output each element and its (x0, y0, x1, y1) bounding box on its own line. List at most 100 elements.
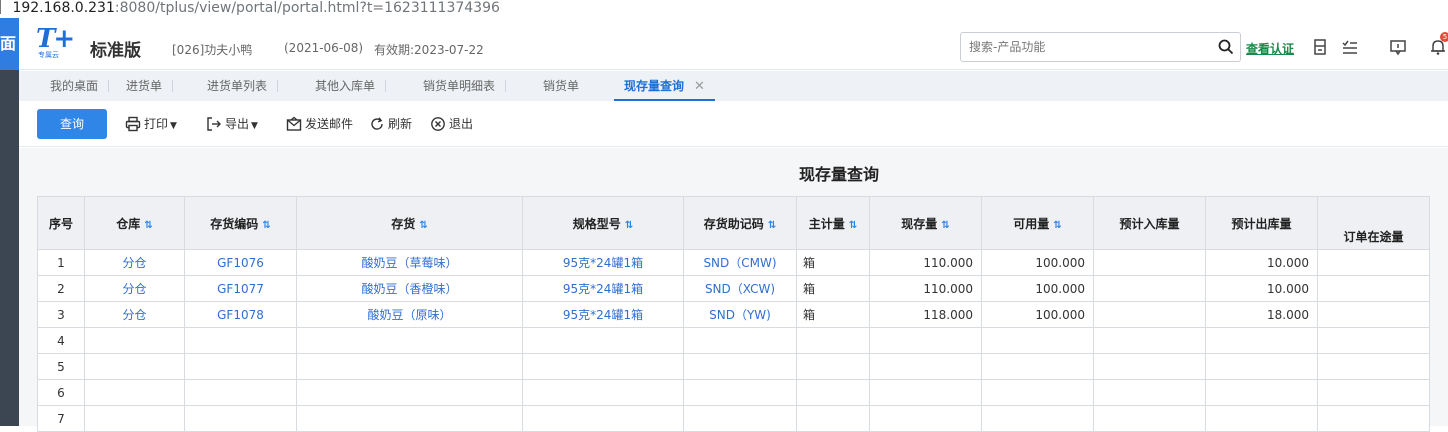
notification-bell[interactable]: 5 (1429, 32, 1448, 58)
table-row[interactable]: 7 (37, 405, 1430, 432)
search-box[interactable] (960, 32, 1241, 62)
cell-spec[interactable]: 95克*24罐1箱 (522, 275, 684, 302)
cell-warehouse[interactable] (84, 405, 185, 432)
cell-item[interactable]: 酸奶豆（香橙味） (296, 275, 523, 302)
mail-icon (286, 116, 302, 131)
cell-code[interactable] (184, 327, 297, 354)
table-row[interactable]: 5 (37, 353, 1430, 380)
logo-subtitle: 专属云 (38, 51, 59, 59)
cell-code[interactable]: GF1077 (184, 275, 297, 302)
cell-item[interactable] (296, 405, 523, 432)
table-header-row: 序号 仓库 ⇅ 存货编码 ⇅ 存货 ⇅ 规格型号 ⇅ 存货助记码 ⇅ 主计量 ⇅ 现存量 ⇅ … (37, 196, 1430, 250)
send-mail-button[interactable]: 发送邮件 (286, 115, 353, 133)
tab-sales-detail-report[interactable]: 销货单明细表 (423, 71, 507, 101)
cell-code[interactable] (184, 353, 297, 380)
cell-spec[interactable]: 95克*24罐1箱 (522, 249, 684, 276)
table-row[interactable]: 1 分仓 GF1076 酸奶豆（草莓味） 95克*24罐1箱 SND（CMW) … (37, 249, 1430, 276)
table-row[interactable]: 4 (37, 327, 1430, 354)
cell-mnemonic[interactable] (683, 405, 797, 432)
cell-warehouse[interactable]: 分仓 (84, 249, 185, 276)
print-button[interactable]: 打印 ▼ (125, 115, 177, 133)
col-header-item[interactable]: 存货 ⇅ (296, 196, 523, 250)
cell-warehouse[interactable] (84, 327, 185, 354)
cell-item[interactable] (296, 379, 523, 406)
cell-spec[interactable] (522, 353, 684, 380)
col-header-expected-in[interactable]: 预计入库量 (1093, 196, 1206, 250)
cell-warehouse[interactable] (84, 353, 185, 380)
cell-spec[interactable]: 95克*24罐1箱 (522, 301, 684, 328)
cell-spec[interactable] (522, 379, 684, 406)
refresh-icon (371, 117, 383, 130)
refresh-label: 刷新 (388, 117, 413, 131)
verify-link[interactable]: 查看认证 (1246, 40, 1294, 57)
tab-stock-query[interactable]: 现存量查询 ✕ (614, 71, 715, 101)
message-icon[interactable] (1389, 38, 1407, 56)
report-title: 现存量查询 (798, 165, 879, 184)
search-input[interactable] (969, 38, 1209, 56)
cell-item[interactable] (296, 353, 523, 380)
cell-mnemonic[interactable]: SND（XCW) (683, 275, 797, 302)
exit-button[interactable]: 退出 (430, 115, 473, 133)
col-header-no[interactable]: 序号 (37, 196, 85, 250)
col-header-available[interactable]: 可用量 ⇅ (981, 196, 1094, 250)
cell-onhand (869, 353, 982, 380)
cell-warehouse[interactable]: 分仓 (84, 301, 185, 328)
cell-no: 1 (37, 249, 85, 276)
cell-item[interactable]: 酸奶豆（草莓味） (296, 249, 523, 276)
export-button[interactable]: 导出 ▼ (206, 115, 258, 133)
close-tab-icon[interactable]: ✕ (694, 79, 705, 94)
search-icon[interactable] (1218, 39, 1234, 55)
cell-spec[interactable] (522, 405, 684, 432)
cell-item[interactable]: 酸奶豆（原味） (296, 301, 523, 328)
sort-icon[interactable]: ⇅ (625, 220, 633, 231)
chevron-down-icon: ▼ (251, 121, 258, 131)
tab-purchase-receipt-list[interactable]: 进货单列表 (207, 71, 279, 101)
cell-mnemonic[interactable] (683, 379, 797, 406)
sidebar-menu-toggle[interactable]: 面 (0, 18, 19, 70)
cell-item[interactable] (296, 327, 523, 354)
tab-other-inbound[interactable]: 其他入库单 (315, 71, 387, 101)
sort-icon[interactable]: ⇅ (419, 220, 427, 231)
cell-code[interactable]: GF1078 (184, 301, 297, 328)
cell-warehouse[interactable] (84, 379, 185, 406)
col-header-warehouse[interactable]: 仓库 ⇅ (84, 196, 185, 250)
refresh-button[interactable]: 刷新 (369, 115, 412, 133)
table-row[interactable]: 3 分仓 GF1078 酸奶豆（原味） 95克*24罐1箱 SND（YW) 箱 … (37, 301, 1430, 328)
col-header-onhand[interactable]: 现存量 ⇅ (869, 196, 982, 250)
col-header-expected-out[interactable]: 预计出库量 (1205, 196, 1318, 250)
col-header-label: 规格型号 (572, 216, 621, 231)
cell-code[interactable] (184, 379, 297, 406)
cell-mnemonic[interactable] (683, 327, 797, 354)
checklist-icon[interactable] (1341, 38, 1359, 56)
building-icon[interactable] (1311, 38, 1329, 56)
cell-mnemonic[interactable]: SND（YW) (683, 301, 797, 328)
tab-my-desktop[interactable]: 我的桌面 (50, 71, 110, 101)
tab-sales-order[interactable]: 销货单 (543, 71, 579, 101)
cell-mnemonic[interactable]: SND（CMW) (683, 249, 797, 276)
sort-icon[interactable]: ⇅ (144, 220, 152, 231)
cell-onhand: 118.000 (869, 301, 982, 328)
browser-url-bar[interactable]: 192.168.0.231:8080/tplus/view/portal/por… (0, 0, 1448, 18)
col-header-code[interactable]: 存货编码 ⇅ (184, 196, 297, 250)
sort-icon[interactable]: ⇅ (768, 220, 776, 231)
tab-purchase-receipt[interactable]: 进货单 (126, 71, 174, 101)
col-header-spec[interactable]: 规格型号 ⇅ (522, 196, 684, 250)
cell-mnemonic[interactable] (683, 353, 797, 380)
cell-code[interactable] (184, 405, 297, 432)
table-row[interactable]: 6 (37, 379, 1430, 406)
table-row[interactable]: 2 分仓 GF1077 酸奶豆（香橙味） 95克*24罐1箱 SND（XCW) … (37, 275, 1430, 302)
sort-icon[interactable]: ⇅ (262, 220, 270, 231)
cell-code[interactable]: GF1076 (184, 249, 297, 276)
col-header-in-transit[interactable]: 订单在途量 (1317, 196, 1430, 250)
query-button[interactable]: 查询 (37, 109, 107, 139)
col-header-mnemonic[interactable]: 存货助记码 ⇅ (683, 196, 797, 250)
sort-icon[interactable]: ⇅ (941, 220, 949, 231)
cell-warehouse[interactable]: 分仓 (84, 275, 185, 302)
sort-icon[interactable]: ⇅ (1053, 220, 1061, 231)
cell-available (981, 379, 1094, 406)
page-info-icon[interactable] (0, 0, 8, 14)
sort-icon[interactable]: ⇅ (849, 220, 857, 231)
cell-spec[interactable] (522, 327, 684, 354)
col-header-unit[interactable]: 主计量 ⇅ (796, 196, 870, 250)
url-path: :8080/tplus/view/portal/portal.html?t=16… (114, 0, 500, 16)
